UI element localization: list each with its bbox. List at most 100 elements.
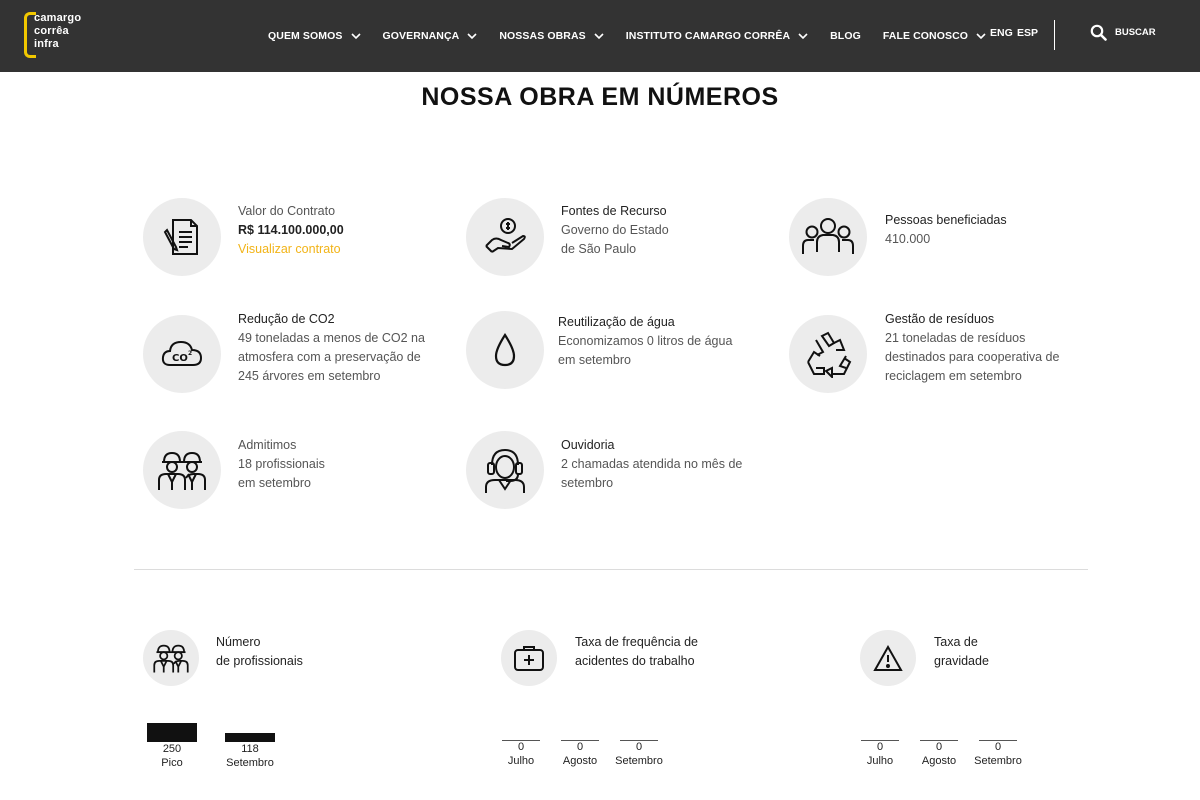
waste-line3: reciclagem em setembro — [885, 369, 1022, 383]
warning-triangle-icon — [873, 644, 903, 671]
severity-label-line1: Taxa de — [934, 635, 978, 649]
ombudsman-line1: 2 chamadas atendida no mês de — [561, 457, 743, 471]
search-icon — [1090, 24, 1107, 41]
lang-esp-link[interactable]: ESP — [1017, 27, 1038, 39]
nav-nossas-obras[interactable]: NOSSAS OBRAS — [499, 30, 604, 42]
nav-instituto[interactable]: INSTITUTO CAMARGO CORRÊA — [626, 30, 808, 42]
water-line1: Economizamos 0 litros de água — [558, 334, 733, 348]
chevron-down-icon — [798, 33, 808, 40]
nav-quem-somos[interactable]: QUEM SOMOS — [268, 30, 361, 42]
severity-icon-circle — [860, 630, 916, 686]
contract-document-icon — [163, 219, 198, 255]
people-title: Pessoas beneficiadas — [885, 213, 1007, 227]
co2-title: Redução de CO2 — [238, 312, 335, 326]
top-navigation-bar: camargo corrêa infra QUEM SOMOS GOVERNAN… — [0, 0, 1200, 72]
water-drop-icon — [494, 332, 516, 367]
hired-line1: Admitimos — [238, 438, 297, 452]
logo-line: camargo — [34, 12, 82, 24]
people-group-icon — [802, 218, 854, 254]
chevron-down-icon — [976, 33, 986, 40]
waste-line2: destinados para cooperativa de — [885, 350, 1060, 364]
contract-value: R$ 114.100.000,00 — [238, 223, 344, 237]
professionals-label-line2: de profissionais — [216, 654, 303, 668]
co2-cloud-icon: CO 2 — [161, 340, 203, 366]
water-icon-circle — [466, 311, 544, 389]
header-divider — [1054, 20, 1055, 50]
chart-category-label: Julho — [866, 755, 894, 767]
chart-value-label: 0 — [935, 741, 943, 753]
nav-label: INSTITUTO CAMARGO CORRÊA — [625, 30, 791, 42]
funding-line2: de São Paulo — [561, 242, 637, 256]
ombudsman-title: Ouvidoria — [561, 438, 615, 452]
chart-value-label: 0 — [635, 741, 643, 753]
funding-line1: Governo do Estado — [561, 223, 669, 237]
workers-icon — [153, 644, 189, 673]
water-title: Reutilização de água — [558, 315, 675, 329]
co2-line2: atmosfera com a preservação de — [238, 350, 421, 364]
logo-line: corrêa — [34, 25, 69, 37]
hired-line3: em setembro — [238, 476, 311, 490]
chart-category-label: Julho — [507, 755, 535, 767]
severity-label-line2: gravidade — [934, 654, 989, 668]
chevron-down-icon — [594, 33, 604, 40]
nav-label: BLOG — [830, 30, 861, 42]
funding-icon-circle — [466, 198, 544, 276]
nav-label: NOSSAS OBRAS — [499, 30, 586, 42]
chart-category-label: Setembro — [974, 755, 1022, 767]
contract-label: Valor do Contrato — [238, 204, 336, 218]
ombudsman-icon-circle — [466, 431, 544, 509]
contract-icon-circle — [143, 198, 221, 276]
nav-label: QUEM SOMOS — [268, 30, 343, 42]
hand-coin-icon — [485, 218, 526, 253]
people-value: 410.000 — [885, 232, 931, 246]
section-divider — [134, 569, 1088, 570]
search-label: BUSCAR — [1115, 27, 1156, 38]
chart-category-label: Setembro — [615, 755, 663, 767]
first-aid-kit-icon — [514, 646, 544, 671]
nav-label: FALE CONOSCO — [882, 30, 969, 42]
recycle-icon — [807, 331, 852, 378]
chart-category-label: Setembro — [226, 757, 274, 769]
waste-icon-circle — [789, 315, 867, 393]
chart-category-label: Agosto — [921, 755, 957, 767]
chart-category-label: Agosto — [562, 755, 598, 767]
headset-operator-icon — [485, 448, 525, 493]
frequency-label-line1: Taxa de frequência de — [575, 635, 699, 649]
chart-value-label: 0 — [576, 741, 584, 753]
chart-value-label: 0 — [517, 741, 525, 753]
chart-bar — [147, 723, 197, 742]
co2-line1: 49 toneladas a menos de CO2 na — [238, 331, 425, 345]
frequency-label-line2: acidentes do trabalho — [575, 654, 695, 668]
chart-value-label: 250 — [162, 743, 182, 755]
chart-value-label: 118 — [241, 743, 259, 755]
co2-line3: 245 árvores em setembro — [238, 369, 381, 383]
chevron-down-icon — [350, 33, 361, 40]
search-button[interactable]: BUSCAR — [1090, 24, 1156, 41]
funding-title: Fontes de Recurso — [561, 204, 667, 218]
svg-text:CO: CO — [172, 353, 188, 364]
people-icon-circle — [789, 198, 867, 276]
professionals-icon-circle — [143, 630, 199, 686]
main-nav: QUEM SOMOS GOVERNANÇA NOSSAS OBRAS INSTI… — [268, 0, 1008, 72]
view-contract-link[interactable]: Visualizar contrato — [238, 240, 344, 259]
chart-bar — [225, 733, 275, 742]
chevron-down-icon — [467, 33, 477, 40]
nav-blog[interactable]: BLOG — [830, 30, 861, 42]
waste-title: Gestão de resíduos — [885, 312, 995, 326]
frequency-icon-circle — [501, 630, 557, 686]
nav-fale-conosco[interactable]: FALE CONOSCO — [883, 30, 986, 42]
nav-governanca[interactable]: GOVERNANÇA — [383, 30, 478, 42]
lang-eng-link[interactable]: ENG — [990, 27, 1013, 39]
hired-line2: 18 profissionais — [238, 457, 325, 471]
co2-icon-circle: CO 2 — [143, 315, 221, 393]
svg-text:2: 2 — [188, 350, 192, 357]
camargo-correa-infra-logo[interactable]: camargo corrêa infra — [24, 10, 104, 60]
ombudsman-line2: setembro — [561, 476, 614, 490]
workers-icon — [158, 451, 206, 490]
professionals-label-line1: Número — [216, 635, 261, 649]
hired-icon-circle — [143, 431, 221, 509]
water-line2: em setembro — [558, 353, 631, 367]
nav-label: GOVERNANÇA — [382, 30, 460, 42]
page-title: NOSSA OBRA EM NÚMEROS — [421, 83, 779, 111]
waste-line1: 21 toneladas de resíduos — [885, 331, 1026, 345]
